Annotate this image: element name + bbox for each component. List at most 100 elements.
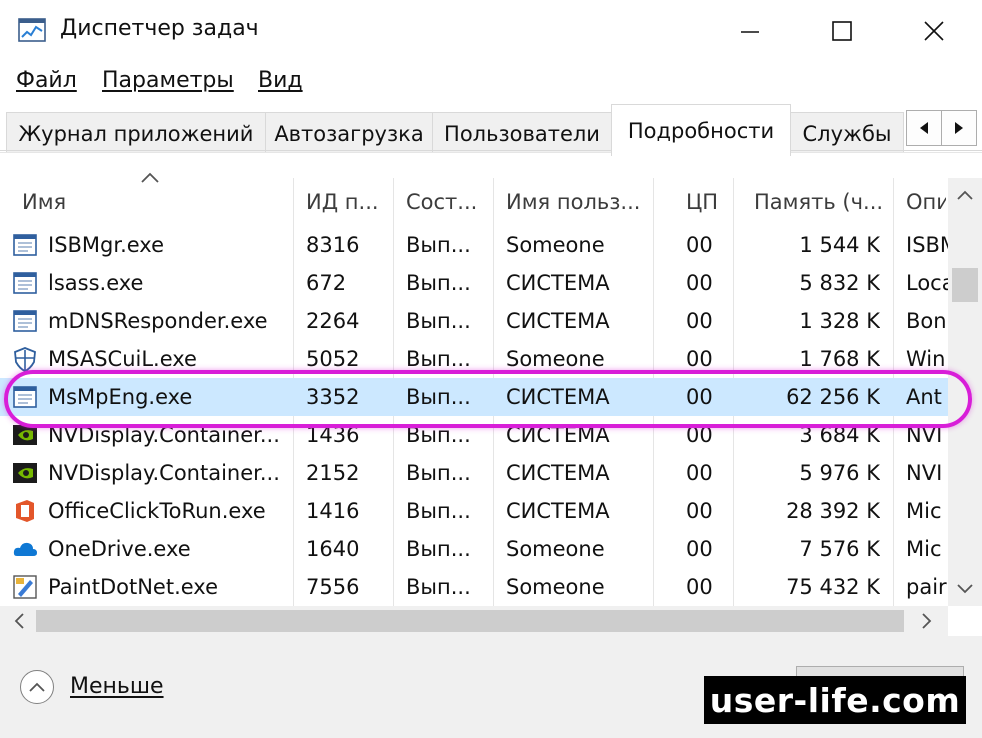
cell-cpu: 00 [686, 537, 713, 561]
cell-name: ISBMgr.exe [48, 233, 165, 257]
column-header-cpu[interactable]: ЦП [686, 190, 730, 214]
table-row[interactable]: ISBMgr.exe 8316 Вып... Someone 00 1 544 K ISBM [0, 226, 948, 264]
table-row[interactable]: MsMpEng.exe 3352 Вып... СИСТЕМА 00 62 256 K An… [0, 378, 948, 416]
cell-cpu: 00 [686, 461, 713, 485]
close-icon [924, 21, 944, 41]
cell-name: NVDisplay.Container... [48, 461, 280, 485]
app-window-icon [13, 272, 37, 294]
tab-details[interactable]: Подробности [611, 104, 791, 156]
cell-cpu: 00 [686, 309, 713, 333]
chevron-right-icon [922, 613, 932, 629]
cell-mem: 1 768 K [799, 347, 880, 371]
cell-cpu: 00 [686, 575, 713, 599]
chevron-up-icon [957, 190, 973, 200]
cell-status: Вып... [406, 309, 471, 333]
menu-bar: Файл Параметры Вид [0, 62, 982, 102]
cell-pid: 1640 [306, 537, 360, 561]
vertical-scroll-thumb[interactable] [952, 268, 978, 302]
cell-status: Вып... [406, 499, 471, 523]
window-title: Диспетчер задач [60, 16, 259, 41]
cell-cpu: 00 [686, 423, 713, 447]
app-window-icon [13, 310, 37, 332]
cell-status: Вып... [406, 233, 471, 257]
chevron-right-icon [955, 122, 963, 134]
app-window-icon [13, 386, 37, 408]
nvidia-icon [13, 463, 37, 483]
table-row[interactable]: PaintDotNet.exe 7556 Вып... Someone 00 75 432… [0, 568, 948, 606]
cell-user: Someone [506, 537, 605, 561]
scroll-right-button[interactable] [914, 608, 940, 634]
tab-services[interactable]: Службы [790, 112, 904, 154]
cell-cpu: 00 [686, 385, 713, 409]
horizontal-scrollbar[interactable] [0, 606, 948, 636]
fewer-details-button[interactable] [20, 670, 54, 704]
table-row[interactable]: MSASCuiL.exe 5052 Вып... Someone 00 1 768 K Wi… [0, 340, 948, 378]
menu-file[interactable]: Файл [16, 68, 77, 93]
cell-desc: Win [906, 347, 946, 371]
tab-scroll-right-button[interactable] [941, 110, 977, 146]
menu-view[interactable]: Вид [258, 68, 303, 93]
column-header-pid[interactable]: ИД п... [306, 190, 390, 214]
cell-pid: 8316 [306, 233, 360, 257]
cell-user: Someone [506, 575, 605, 599]
chevron-left-icon [920, 122, 928, 134]
cell-status: Вып... [406, 461, 471, 485]
cell-name: NVDisplay.Container... [48, 423, 280, 447]
cell-mem: 3 684 K [799, 423, 880, 447]
cell-user: Someone [506, 347, 605, 371]
cell-pid: 7556 [306, 575, 360, 599]
cell-mem: 75 432 K [786, 575, 880, 599]
chevron-up-icon [29, 682, 45, 692]
cell-name: mDNSResponder.exe [48, 309, 268, 333]
column-header-user[interactable]: Имя польз... [506, 190, 650, 214]
cell-mem: 1 544 K [799, 233, 880, 257]
tab-users[interactable]: Пользователи [432, 112, 612, 154]
cell-pid: 2264 [306, 309, 360, 333]
cell-mem: 5 832 K [799, 271, 880, 295]
nvidia-icon [13, 425, 37, 445]
scroll-down-button[interactable] [948, 572, 982, 606]
table-row[interactable]: lsass.exe 672 Вып... СИСТЕМА 00 5 832 K Loca [0, 264, 948, 302]
cell-pid: 1416 [306, 499, 360, 523]
table-row[interactable]: NVDisplay.Container... 2152 Вып... СИСТЕМА 0… [0, 454, 948, 492]
table-row[interactable]: NVDisplay.Container... 1436 Вып... СИСТЕМА 0… [0, 416, 948, 454]
cell-desc: pair [906, 575, 947, 599]
windows-defender-icon [14, 347, 36, 372]
cell-pid: 5052 [306, 347, 360, 371]
scroll-up-button[interactable] [948, 178, 982, 212]
cell-mem: 7 576 K [799, 537, 880, 561]
cell-cpu: 00 [686, 347, 713, 371]
cell-user: СИСТЕМА [506, 385, 610, 409]
cell-desc: Loca [906, 271, 948, 295]
cell-desc: Mic [906, 537, 942, 561]
table-row[interactable]: mDNSResponder.exe 2264 Вып... СИСТЕМА 00 1 32… [0, 302, 948, 340]
minimize-button[interactable] [720, 10, 780, 52]
tab-startup[interactable]: Автозагрузка [265, 112, 433, 154]
tab-app-history[interactable]: Журнал приложений [6, 112, 266, 154]
chevron-down-icon [957, 584, 973, 594]
paintdotnet-icon [13, 575, 37, 599]
column-header-description[interactable]: Опи [906, 190, 946, 214]
tab-scroll-left-button[interactable] [906, 110, 942, 146]
column-header-memory[interactable]: Память (ч... [754, 190, 890, 214]
table-row[interactable]: OfficeClickToRun.exe 1416 Вып... СИСТЕМА 00 2… [0, 492, 948, 530]
cell-desc: NVI [906, 461, 943, 485]
close-button[interactable] [904, 10, 964, 52]
watermark: user-life.com [704, 676, 966, 724]
cell-user: СИСТЕМА [506, 499, 610, 523]
cell-pid: 672 [306, 271, 347, 295]
column-header-name[interactable]: Имя [22, 190, 282, 214]
scroll-left-button[interactable] [6, 608, 32, 634]
menu-options[interactable]: Параметры [102, 68, 234, 93]
column-header-status[interactable]: Сост... [406, 190, 490, 214]
horizontal-scroll-thumb[interactable] [36, 610, 904, 632]
fewer-details-link[interactable]: Меньше [70, 674, 164, 699]
sort-ascending-icon [141, 172, 159, 183]
cell-name: OfficeClickToRun.exe [48, 499, 266, 523]
vertical-scrollbar[interactable] [948, 178, 982, 606]
cell-name: MsMpEng.exe [48, 385, 193, 409]
table-row[interactable]: OneDrive.exe 1640 Вып... Someone 00 7 576 K Mi… [0, 530, 948, 568]
tab-divider [0, 150, 982, 151]
cell-cpu: 00 [686, 233, 713, 257]
maximize-button[interactable] [812, 10, 872, 52]
